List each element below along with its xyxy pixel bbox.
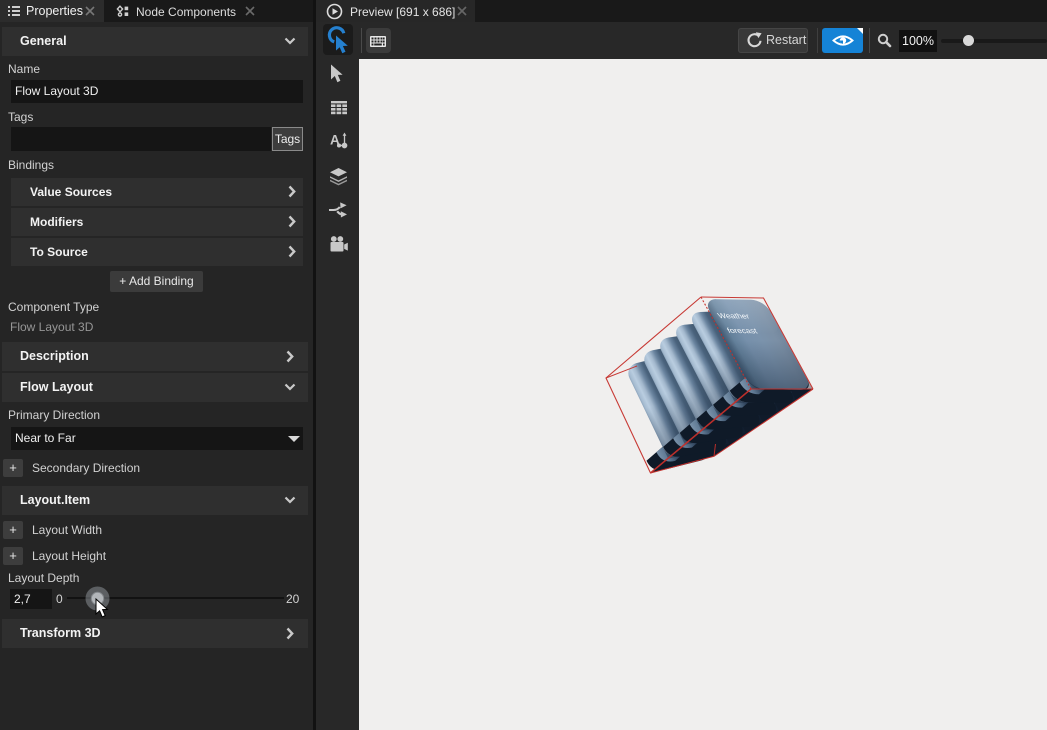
svg-text:forecast: forecast: [725, 327, 759, 335]
svg-text:Weather: Weather: [716, 312, 751, 320]
